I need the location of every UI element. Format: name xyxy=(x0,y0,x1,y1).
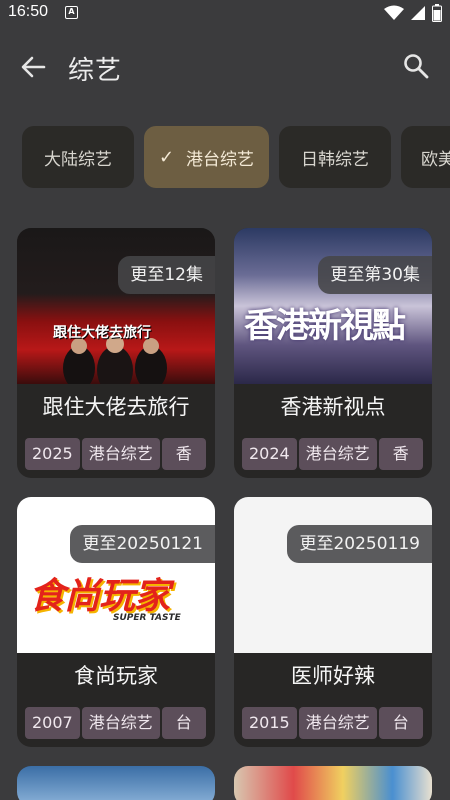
page-title: 综艺 xyxy=(68,56,123,86)
show-card[interactable] xyxy=(17,766,215,800)
status-time: 16:50 xyxy=(8,3,49,20)
chip-label: 大陆综艺 xyxy=(44,149,112,170)
status-icons xyxy=(384,4,442,22)
signal-icon xyxy=(411,6,425,20)
tag-row: 2025 港台综艺 香 xyxy=(25,438,206,470)
update-badge: 更至20250119 xyxy=(287,525,432,563)
year-tag: 2025 xyxy=(25,438,80,470)
tag-row: 2007 港台综艺 台 xyxy=(25,707,206,739)
tag-row: 2024 港台综艺 香 xyxy=(242,438,423,470)
poster-image: 跟住大佬去旅行 xyxy=(17,228,215,384)
notification-icon: A xyxy=(65,6,78,19)
status-bar: 16:50 A xyxy=(0,0,450,26)
year-tag: 2007 xyxy=(25,707,80,739)
poster-figures xyxy=(63,335,167,384)
category-tag: 港台综艺 xyxy=(81,438,160,470)
update-badge: 更至12集 xyxy=(118,256,215,294)
show-card[interactable]: 更至20250119 医师好辣 2015 港台综艺 台 xyxy=(234,497,432,747)
update-badge: 更至20250121 xyxy=(70,525,215,563)
year-tag: 2024 xyxy=(242,438,297,470)
chip-jpkr-variety[interactable]: 日韩综艺 xyxy=(279,126,391,188)
update-badge: 更至第30集 xyxy=(318,256,432,294)
region-tag: 香 xyxy=(378,438,423,470)
show-card[interactable] xyxy=(234,766,432,800)
show-title: 食尚玩家 xyxy=(74,664,158,688)
poster-title: 跟住大佬去旅行 xyxy=(53,325,151,341)
arrow-left-icon[interactable] xyxy=(18,52,48,82)
show-card[interactable]: 食尚玩家 SUPER TASTE 更至20250121 食尚玩家 2007 港台… xyxy=(17,497,215,747)
chip-label: 日韩综艺 xyxy=(301,149,369,170)
region-tag: 台 xyxy=(378,707,423,739)
region-tag: 台 xyxy=(161,707,206,739)
poster-title: 食尚玩家 xyxy=(29,576,170,617)
category-tag: 港台综艺 xyxy=(298,438,377,470)
poster-title: 香港新視點 xyxy=(244,306,406,346)
chip-label: 欧美 xyxy=(421,149,450,170)
show-title: 医师好辣 xyxy=(291,664,375,688)
category-tag: 港台综艺 xyxy=(298,707,377,739)
show-title: 香港新视点 xyxy=(280,395,386,419)
show-card[interactable]: 香港新視點 更至第30集 香港新视点 2024 港台综艺 香 xyxy=(234,228,432,478)
search-icon[interactable] xyxy=(402,52,430,80)
year-tag: 2015 xyxy=(242,707,297,739)
poster-image xyxy=(234,766,432,800)
show-card[interactable]: 跟住大佬去旅行 更至12集 跟住大佬去旅行 2025 港台综艺 香 xyxy=(17,228,215,478)
poster-image xyxy=(234,497,432,653)
chip-western-variety[interactable]: 欧美 xyxy=(401,126,450,188)
chip-label: 港台综艺 xyxy=(186,149,255,170)
battery-icon xyxy=(432,4,442,22)
category-tag: 港台综艺 xyxy=(81,707,160,739)
poster-image: 食尚玩家 SUPER TASTE xyxy=(17,497,215,653)
tag-row: 2015 港台综艺 台 xyxy=(242,707,423,739)
wifi-icon xyxy=(384,5,404,20)
chip-hktw-variety[interactable]: ✓ 港台综艺 xyxy=(144,126,269,188)
check-icon: ✓ xyxy=(158,146,175,168)
region-tag: 香 xyxy=(161,438,206,470)
poster-subtitle: SUPER TASTE xyxy=(113,613,181,623)
poster-image xyxy=(17,766,215,800)
chip-mainland-variety[interactable]: 大陆综艺 xyxy=(22,126,134,188)
category-chips: 大陆综艺 ✓ 港台综艺 日韩综艺 欧美 xyxy=(0,126,450,190)
show-title: 跟住大佬去旅行 xyxy=(42,395,190,419)
poster-image: 香港新視點 xyxy=(234,228,432,384)
app-bar: 综艺 xyxy=(0,30,450,106)
